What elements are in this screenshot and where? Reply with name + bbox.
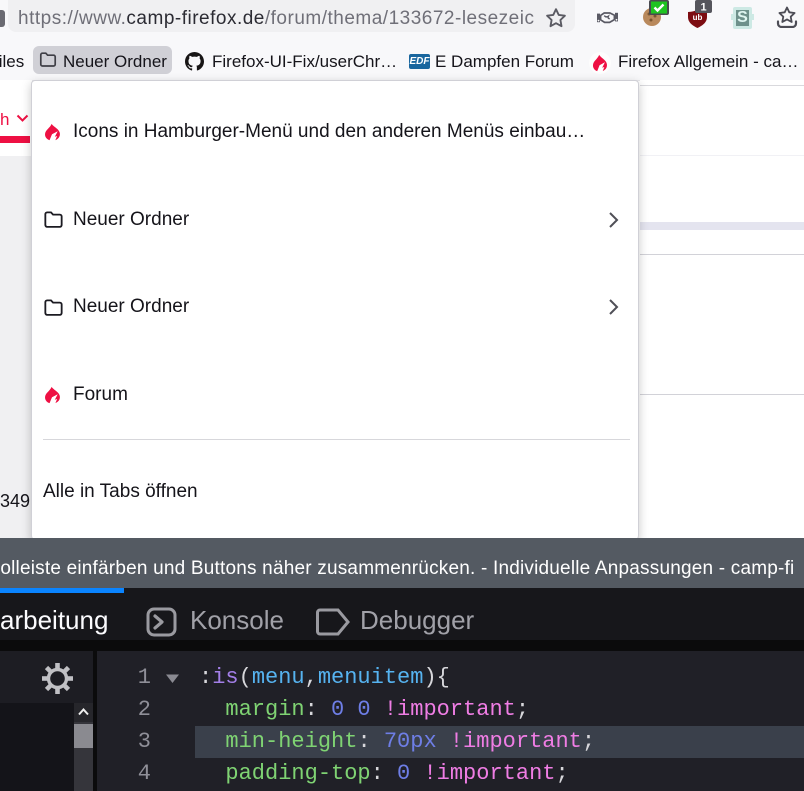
svg-text:ub: ub [693, 13, 703, 22]
svg-text:1: 1 [700, 2, 706, 14]
